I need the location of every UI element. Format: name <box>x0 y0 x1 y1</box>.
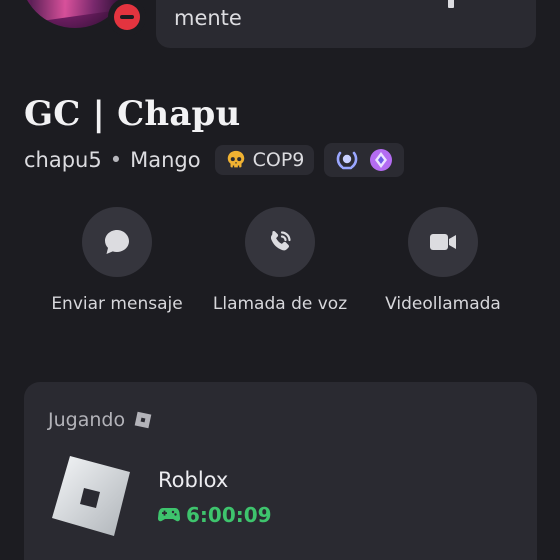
voice-call-label: Llamada de voz <box>212 294 348 314</box>
text-fragment <box>448 0 454 8</box>
send-message-label: Enviar mensaje <box>51 294 183 314</box>
nitro-gem-badge-icon[interactable] <box>368 147 394 173</box>
status-indicator <box>108 0 146 36</box>
voice-call-button[interactable] <box>245 207 315 277</box>
display-name: GC | Chapu <box>24 94 241 134</box>
phone-call-icon <box>270 230 291 251</box>
elapsed-time: 6:00:09 <box>158 503 272 527</box>
roblox-logo <box>48 454 132 538</box>
clan-tag-label: COP9 <box>252 149 305 171</box>
custom-status-bubble[interactable]: mente <box>156 0 536 48</box>
gamepad-icon <box>158 508 180 522</box>
send-message-button[interactable] <box>82 207 152 277</box>
activity-header-label: Jugando <box>48 409 126 431</box>
skull-icon <box>227 150 244 168</box>
send-message-action[interactable]: Enviar mensaje <box>37 207 197 318</box>
video-call-action[interactable]: Videollamada <box>363 207 523 318</box>
activity-card[interactable]: Jugando Roblox 6:00:09 <box>24 382 537 560</box>
badge-list <box>324 143 405 177</box>
roblox-small-icon <box>134 411 152 429</box>
profile-screen: mente GC | Chapu chapu5 • Mango COP9 Env… <box>0 0 560 560</box>
profile-subline: chapu5 • Mango COP9 <box>24 143 405 177</box>
laurel-badge-icon[interactable] <box>334 147 360 173</box>
voice-call-action[interactable]: Llamada de voz <box>200 207 360 318</box>
video-call-button[interactable] <box>408 207 478 277</box>
custom-status-text: mente <box>174 6 242 30</box>
clan-tag[interactable]: COP9 <box>214 145 315 175</box>
activity-header: Jugando <box>48 409 153 431</box>
elapsed-time-value: 6:00:09 <box>186 503 272 527</box>
separator-dot: • <box>109 148 123 172</box>
video-camera-icon <box>430 234 456 250</box>
do-not-disturb-icon <box>114 4 140 30</box>
action-buttons: Enviar mensaje Llamada de voz Videollama… <box>0 207 560 347</box>
pronouns: Mango <box>130 148 201 172</box>
video-call-label: Videollamada <box>385 294 501 314</box>
game-title: Roblox <box>158 468 229 492</box>
username: chapu5 <box>24 148 102 172</box>
chat-bubble-icon <box>105 230 129 254</box>
